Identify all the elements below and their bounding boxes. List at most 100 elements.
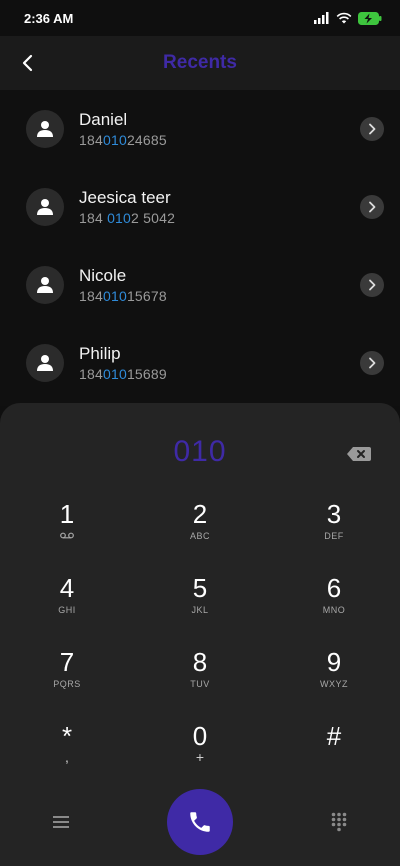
number-prefix: 184 xyxy=(79,210,108,226)
key-digit: 3 xyxy=(326,499,342,529)
contact-details-button[interactable] xyxy=(360,273,384,297)
key-digit: 9 xyxy=(326,647,342,677)
list-item[interactable]: Nicole 18401015678 xyxy=(0,246,400,324)
dialpad-key-3[interactable]: 3 DEF xyxy=(284,499,384,561)
contact-details-button[interactable] xyxy=(360,195,384,219)
avatar xyxy=(26,266,64,304)
contact-text: Daniel 18401024685 xyxy=(79,110,167,148)
chevron-right-icon xyxy=(369,201,376,213)
person-icon xyxy=(37,355,53,371)
contact-number: 18401015678 xyxy=(79,288,167,304)
number-match: 010 xyxy=(102,132,127,148)
number-prefix: 184 xyxy=(79,132,103,148)
backspace-icon xyxy=(347,447,371,461)
dialpad-icon xyxy=(331,812,347,832)
contact-details-button[interactable] xyxy=(360,351,384,375)
dialpad-key-2[interactable]: 2 ABC xyxy=(150,499,250,561)
dialpad-key-0[interactable]: 0 + xyxy=(150,721,250,783)
list-item[interactable]: Daniel 18401024685 xyxy=(0,90,400,168)
number-suffix: 15678 xyxy=(126,288,167,304)
number-suffix: 15689 xyxy=(126,366,167,382)
list-item[interactable]: Jeesica teer 184 0102 5042 xyxy=(0,168,400,246)
number-suffix: 24685 xyxy=(126,132,167,148)
menu-icon xyxy=(53,816,69,828)
status-bar: 2:36 AM xyxy=(0,0,400,36)
dialpad-key-6[interactable]: 6 MNO xyxy=(284,573,384,635)
app-header: Recents xyxy=(0,36,400,90)
number-suffix: 2 5042 xyxy=(131,210,176,226)
key-letters: MNO xyxy=(322,605,346,615)
key-letters: + xyxy=(195,749,205,765)
contact-number: 18401024685 xyxy=(79,132,167,148)
dialpad-key-7[interactable]: 7 PQRS xyxy=(17,647,117,709)
chevron-right-icon xyxy=(369,279,376,291)
voicemail-icon xyxy=(60,532,74,539)
contact-details-button[interactable] xyxy=(360,117,384,141)
key-letters: JKL xyxy=(191,605,209,615)
person-icon xyxy=(37,121,53,137)
number-match: 010 xyxy=(102,288,127,304)
avatar xyxy=(26,188,64,226)
avatar xyxy=(26,344,64,382)
chevron-right-icon xyxy=(369,357,376,369)
key-letters: PQRS xyxy=(53,679,81,689)
avatar xyxy=(26,110,64,148)
recents-list: Daniel 18401024685 Jeesica teer 184 0102… xyxy=(0,90,400,406)
contact-name: Nicole xyxy=(79,266,127,285)
key-letters: WXYZ xyxy=(320,679,348,689)
dialpad-key-8[interactable]: 8 TUV xyxy=(150,647,250,709)
key-digit: 5 xyxy=(192,573,208,603)
key-letters: , xyxy=(65,749,69,765)
dialpad-key-1[interactable]: 1 xyxy=(17,499,117,561)
number-prefix: 184 xyxy=(79,288,103,304)
number-prefix: 184 xyxy=(79,366,103,382)
dialpad-key-star[interactable]: * , xyxy=(17,721,117,783)
contact-number: 18401015689 xyxy=(79,366,167,382)
key-digit: # xyxy=(326,721,342,751)
number-match: 010 xyxy=(102,366,127,382)
contact-text: Philip 18401015689 xyxy=(79,344,167,382)
key-letters: TUV xyxy=(190,679,210,689)
page-title: Recents xyxy=(163,52,237,73)
person-icon xyxy=(37,199,53,215)
battery-charging-icon xyxy=(358,11,382,25)
key-letters: GHI xyxy=(58,605,76,615)
key-digit: 8 xyxy=(192,647,208,677)
contact-name: Philip xyxy=(79,344,121,363)
key-digit: * xyxy=(61,721,73,751)
signal-icon xyxy=(314,12,329,24)
key-digit: 0 xyxy=(192,721,208,751)
key-letters: DEF xyxy=(324,531,344,541)
key-letters: ABC xyxy=(189,531,210,541)
menu-button[interactable] xyxy=(46,807,76,837)
key-digit: 4 xyxy=(59,573,75,603)
list-item[interactable]: Philip 18401015689 xyxy=(0,324,400,402)
key-digit: 7 xyxy=(59,647,75,677)
backspace-button[interactable] xyxy=(346,445,372,463)
call-button[interactable] xyxy=(167,789,233,855)
key-letters xyxy=(17,531,117,543)
key-digit: 6 xyxy=(326,573,342,603)
chevron-right-icon xyxy=(369,123,376,135)
wifi-icon xyxy=(336,12,352,24)
phone-icon xyxy=(190,812,210,832)
person-icon xyxy=(37,277,53,293)
dialpad-key-hash[interactable]: # xyxy=(284,721,384,783)
contact-name: Jeesica teer xyxy=(79,188,171,207)
dial-input[interactable]: 010 xyxy=(0,435,400,469)
key-digit: 2 xyxy=(192,499,208,529)
contact-number: 184 0102 5042 xyxy=(79,210,175,226)
status-icons xyxy=(314,11,382,25)
dialpad-toggle-button[interactable] xyxy=(324,807,354,837)
back-button[interactable] xyxy=(10,46,44,80)
contact-text: Jeesica teer 184 0102 5042 xyxy=(79,188,175,226)
dialpad-key-4[interactable]: 4 GHI xyxy=(17,573,117,635)
key-digit: 1 xyxy=(59,499,75,529)
dialpad-key-9[interactable]: 9 WXYZ xyxy=(284,647,384,709)
chevron-left-icon xyxy=(22,54,33,72)
contact-text: Nicole 18401015678 xyxy=(79,266,167,304)
contact-name: Daniel xyxy=(79,110,128,129)
dialpad-key-5[interactable]: 5 JKL xyxy=(150,573,250,635)
dialer-panel: 010 1 2 ABC 3 DEF 4 GHI 5 JKL 6 MNO 7 PQ… xyxy=(0,403,400,866)
number-match: 010 xyxy=(107,210,132,226)
